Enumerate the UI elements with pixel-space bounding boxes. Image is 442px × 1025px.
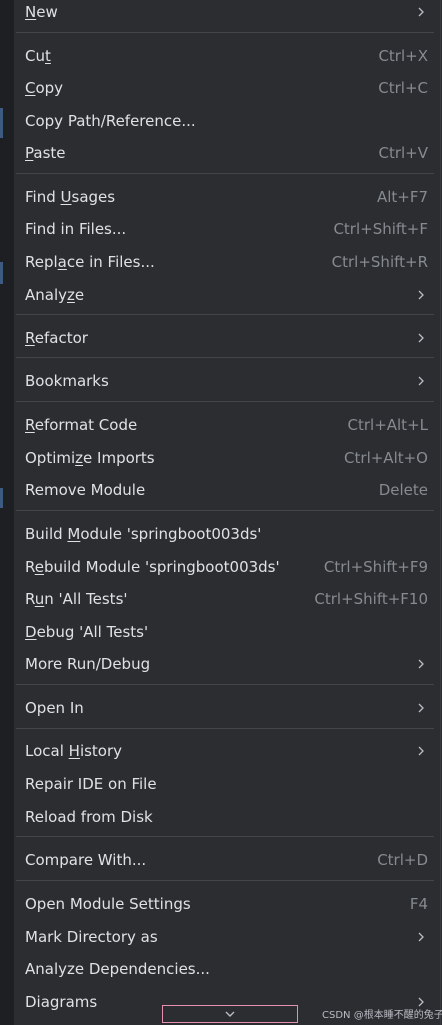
- menu-item-debug-all-tests[interactable]: Debug 'All Tests': [14, 616, 440, 648]
- menu-separator: [16, 684, 434, 685]
- chevron-down-icon: [225, 1011, 235, 1017]
- menu-separator: [16, 510, 434, 511]
- gutter-marker: [0, 488, 3, 508]
- menu-separator: [16, 357, 434, 358]
- scroll-down-button[interactable]: [162, 1005, 298, 1023]
- menu-item-new[interactable]: New: [14, 0, 440, 28]
- menu-item-label: Cut: [25, 47, 51, 65]
- menu-item-repair-ide[interactable]: Repair IDE on File: [14, 768, 440, 800]
- menu-item-label: Copy Path/Reference...: [25, 112, 196, 130]
- menu-item-analyze-dependencies[interactable]: Analyze Dependencies...: [14, 953, 440, 985]
- menu-item-label: Analyze: [25, 286, 85, 304]
- left-editor-strip: [0, 0, 14, 1025]
- menu-separator: [16, 836, 434, 837]
- menu-item-remove-module[interactable]: Remove Module Delete: [14, 474, 440, 506]
- menu-item-reload-from-disk[interactable]: Reload from Disk: [14, 801, 440, 833]
- menu-item-local-history[interactable]: Local History: [14, 735, 440, 767]
- gutter-marker: [0, 262, 3, 284]
- menu-item-reformat-code[interactable]: Reformat Code Ctrl+Alt+L: [14, 409, 440, 441]
- chevron-right-icon: [418, 290, 424, 300]
- menu-item-label: Bookmarks: [25, 372, 109, 390]
- chevron-right-icon: [418, 376, 424, 386]
- menu-item-label: New: [25, 3, 58, 21]
- menu-separator: [16, 728, 434, 729]
- menu-item-cut[interactable]: Cut Ctrl+X: [14, 40, 440, 72]
- menu-item-shortcut: F4: [409, 895, 428, 913]
- menu-item-label: Optimize Imports: [25, 449, 155, 467]
- chevron-right-icon: [418, 659, 424, 669]
- menu-item-bookmarks[interactable]: Bookmarks: [14, 365, 440, 397]
- chevron-right-icon: [418, 333, 424, 343]
- menu-item-compare-with[interactable]: Compare With... Ctrl+D: [14, 844, 440, 876]
- menu-item-label: Rebuild Module 'springboot003ds': [25, 558, 280, 576]
- menu-item-label: Compare With...: [25, 851, 147, 869]
- menu-item-replace-in-files[interactable]: Replace in Files... Ctrl+Shift+R: [14, 246, 440, 278]
- menu-item-label: Run 'All Tests': [25, 590, 128, 608]
- menu-item-build-module[interactable]: Build Module 'springboot003ds': [14, 518, 440, 550]
- menu-item-label: Refactor: [25, 329, 88, 347]
- menu-item-label: Debug 'All Tests': [25, 623, 149, 641]
- menu-item-shortcut: Ctrl+V: [378, 144, 428, 162]
- menu-item-shortcut: Ctrl+Shift+F10: [314, 590, 428, 608]
- menu-item-run-all-tests[interactable]: Run 'All Tests' Ctrl+Shift+F10: [14, 583, 440, 615]
- menu-item-label: More Run/Debug: [25, 655, 151, 673]
- menu-item-label: Replace in Files...: [25, 253, 155, 271]
- menu-item-label: Reload from Disk: [25, 808, 153, 826]
- watermark: CSDN @根本睡不醒的兔子: [322, 1010, 442, 1021]
- menu-item-open-in[interactable]: Open In: [14, 692, 440, 724]
- menu-item-shortcut: Ctrl+Alt+O: [344, 449, 428, 467]
- menu-item-optimize-imports[interactable]: Optimize Imports Ctrl+Alt+O: [14, 442, 440, 474]
- chevron-right-icon: [418, 746, 424, 756]
- menu-item-shortcut: Ctrl+X: [378, 47, 428, 65]
- menu-item-label: Find in Files...: [25, 220, 127, 238]
- gutter-marker: [0, 108, 3, 138]
- menu-item-mark-directory-as[interactable]: Mark Directory as: [14, 921, 440, 953]
- chevron-right-icon: [418, 7, 424, 17]
- chevron-right-icon: [418, 703, 424, 713]
- menu-separator: [16, 401, 434, 402]
- menu-item-more-run-debug[interactable]: More Run/Debug: [14, 648, 440, 680]
- menu-separator: [16, 880, 434, 881]
- menu-item-rebuild-module[interactable]: Rebuild Module 'springboot003ds' Ctrl+Shi…: [14, 551, 440, 583]
- menu-item-refactor[interactable]: Refactor: [14, 322, 440, 354]
- menu-item-label: Open Module Settings: [25, 895, 191, 913]
- menu-item-label: Local History: [25, 742, 123, 760]
- menu-separator: [16, 173, 434, 174]
- menu-item-copy[interactable]: Copy Ctrl+C: [14, 72, 440, 104]
- menu-item-label: Remove Module: [25, 481, 146, 499]
- menu-item-shortcut: Alt+F7: [376, 188, 428, 206]
- menu-item-label: Find Usages: [25, 188, 116, 206]
- menu-separator: [16, 32, 434, 33]
- menu-item-find-usages[interactable]: Find Usages Alt+F7: [14, 181, 440, 213]
- chevron-right-icon: [418, 932, 424, 942]
- menu-item-open-module-settings[interactable]: Open Module Settings F4: [14, 888, 440, 920]
- menu-item-label: Repair IDE on File: [25, 775, 157, 793]
- menu-item-shortcut: Ctrl+D: [377, 851, 428, 869]
- menu-item-label: Reformat Code: [25, 416, 138, 434]
- menu-item-label: Paste: [25, 144, 66, 162]
- menu-item-label: Build Module 'springboot003ds': [25, 525, 262, 543]
- context-menu: New Cut Ctrl+X Copy Ctrl+C Copy Path/Referenc…: [14, 0, 441, 1025]
- menu-item-copy-path[interactable]: Copy Path/Reference...: [14, 105, 440, 137]
- menu-item-shortcut: Ctrl+Shift+F9: [323, 558, 428, 576]
- menu-item-analyze[interactable]: Analyze: [14, 279, 440, 311]
- menu-item-shortcut: Delete: [378, 481, 428, 499]
- menu-item-shortcut: Ctrl+Shift+F: [333, 220, 428, 238]
- menu-item-shortcut: Ctrl+C: [378, 79, 428, 97]
- menu-item-shortcut: Ctrl+Alt+L: [347, 416, 429, 434]
- menu-item-find-in-files[interactable]: Find in Files... Ctrl+Shift+F: [14, 213, 440, 245]
- menu-item-label: Mark Directory as: [25, 928, 158, 946]
- menu-item-shortcut: Ctrl+Shift+R: [331, 253, 428, 271]
- menu-item-label: Open In: [25, 699, 84, 717]
- menu-item-label: Analyze Dependencies...: [25, 960, 210, 978]
- menu-item-paste[interactable]: Paste Ctrl+V: [14, 137, 440, 169]
- menu-item-label: Copy: [25, 79, 64, 97]
- menu-separator: [16, 314, 434, 315]
